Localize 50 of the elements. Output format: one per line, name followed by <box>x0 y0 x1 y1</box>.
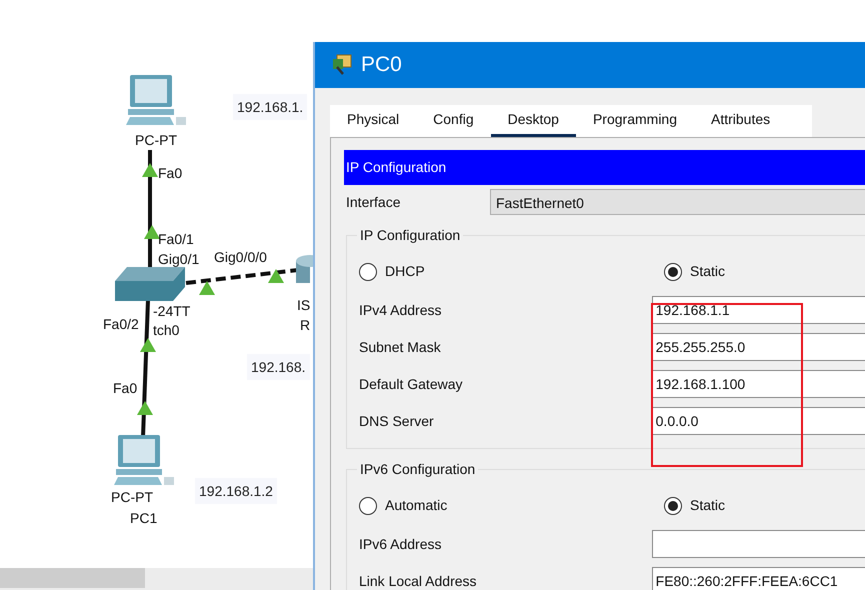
device-label: PC-PT <box>111 490 153 504</box>
field-label: Link Local Address <box>359 572 478 590</box>
ip-note: 192.168.1.2 <box>195 478 277 504</box>
field-label: Interface <box>345 192 402 212</box>
input-field[interactable]: 192.168.1.1 <box>652 296 865 324</box>
port-label: Gig0/0/0 <box>214 250 267 264</box>
field-label: DNS Server <box>359 412 435 431</box>
radio-label: Automatic <box>385 496 448 516</box>
computer-icon[interactable] <box>126 75 186 125</box>
field-label: IPv4 Address <box>359 300 442 320</box>
radio-label: Static <box>690 262 726 282</box>
field-label: Default Gateway <box>359 374 464 394</box>
radio-button[interactable] <box>359 262 377 281</box>
window-title: PC0 <box>361 52 402 78</box>
tab[interactable]: Desktop <box>490 105 576 137</box>
tab[interactable]: Programming <box>576 105 694 137</box>
field-label: Subnet Mask <box>359 338 442 357</box>
interface-dropdown[interactable]: FastEthernet0 <box>490 189 865 215</box>
tab[interactable]: Config <box>416 105 491 137</box>
switch-icon[interactable] <box>115 267 185 301</box>
radio-label: Static <box>690 496 726 516</box>
port-label: Fa0 <box>158 166 182 180</box>
port-label: Fa0/2 <box>103 317 139 331</box>
ip-note: 192.168.1. <box>233 94 308 120</box>
radio-button[interactable] <box>664 262 682 281</box>
input-field[interactable] <box>652 530 865 558</box>
section-header: IP Configuration <box>344 150 865 185</box>
input-field[interactable]: 255.255.255.0 <box>652 333 865 362</box>
computer-icon[interactable] <box>114 435 174 485</box>
input-field[interactable]: 0.0.0.0 <box>652 407 865 436</box>
radio-button[interactable] <box>359 496 377 515</box>
ip-note: 192.168. <box>247 354 310 380</box>
radio-button[interactable] <box>664 496 682 515</box>
device-label: -24TT <box>153 304 190 318</box>
device-label: PC1 <box>130 511 158 525</box>
device-label: R <box>300 318 310 332</box>
device-label: IS <box>297 298 310 312</box>
scrollbar-thumb[interactable] <box>0 568 145 588</box>
device-label: PC-PT <box>135 133 177 147</box>
field-label: IPv6 Address <box>359 534 442 554</box>
port-label: Fa0/1 <box>158 232 194 246</box>
tab[interactable]: Physical <box>330 105 416 137</box>
tab[interactable]: Attributes <box>694 105 788 137</box>
input-field[interactable]: FE80::260:2FFF:FEEA:6CC1 <box>652 567 865 590</box>
port-label: Gig0/1 <box>158 252 200 266</box>
scrollbar-track[interactable] <box>0 568 313 590</box>
port-label: Fa0 <box>113 381 138 395</box>
radio-label: DHCP <box>385 262 425 282</box>
input-field[interactable]: 192.168.1.100 <box>652 370 865 398</box>
device-label: tch0 <box>153 323 180 337</box>
